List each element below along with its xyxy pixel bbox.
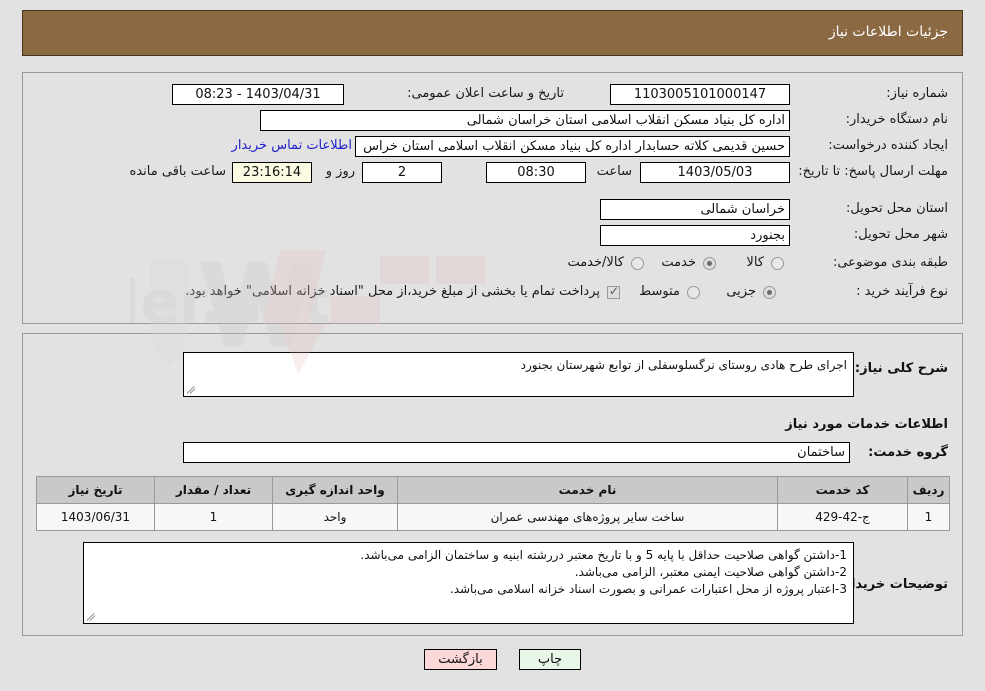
radio-process-minor-label: جزیی [726, 284, 756, 299]
general-desc-textarea[interactable]: اجرای طرح هادی روستای نرگسلوسفلی از تواب… [183, 352, 854, 397]
page-title: جزئیات اطلاعات نیاز [828, 24, 948, 40]
remaining-countdown-timer: 23:16:14 [232, 162, 312, 183]
deadline-label: مهلت ارسال پاسخ: تا تاریخ: [798, 164, 948, 179]
deadline-date-value: 1403/05/03 [640, 162, 790, 183]
radio-category-goods-label: کالا [746, 255, 764, 270]
table-cell-3: واحد [272, 503, 398, 531]
deadline-time-label: ساعت [596, 164, 632, 179]
category-label: طبقه بندی موضوعی: [832, 255, 948, 270]
radio-process-medium[interactable] [687, 286, 700, 299]
buyer-notes-lines: 1-داشتن گواهی صلاحیت حداقل با پایه 5 و ب… [90, 547, 847, 598]
process-label: نوع فرآیند خرید : [856, 284, 948, 299]
buyer-note-line: 3-اعتبار پروژه از محل اعتبارات عمرانی و … [449, 582, 847, 596]
table-cell-0: 1 [907, 503, 950, 531]
remaining-suffix-label: ساعت باقی مانده [129, 164, 226, 179]
table-cell-1: ج-42-429 [777, 503, 908, 531]
table-column-header-3: واحد اندازه گیری [272, 476, 398, 504]
buyer-org-value: اداره کل بنیاد مسکن انقلاب اسلامی استان … [260, 110, 790, 131]
page-header-bar: جزئیات اطلاعات نیاز [22, 10, 963, 56]
radio-category-goods-service-label: کالا/خدمت [567, 255, 624, 270]
table-column-header-2: نام خدمت [397, 476, 778, 504]
buyer-notes-label: توضیحات خریدار: [838, 577, 948, 592]
table-column-header-1: کد خدمت [777, 476, 908, 504]
table-column-header-5: تاریخ نیاز [36, 476, 155, 504]
province-value: خراسان شمالی [600, 199, 790, 220]
table-column-header-0: ردیف [907, 476, 950, 504]
table-body: 1 ج-42-429 ساخت سایر پروژه‌های مهندسی عمرا… [36, 503, 950, 531]
buyer-notes-textarea[interactable]: 1-داشتن گواهی صلاحیت حداقل با پایه 5 و ب… [83, 542, 854, 624]
print-button[interactable]: چاپ [519, 649, 581, 670]
announce-datetime-value: 1403/04/31 - 08:23 [172, 84, 344, 105]
table-cell-5: 1403/06/31 [36, 503, 155, 531]
table-cell-2: ساخت سایر پروژه‌های مهندسی عمران [397, 503, 778, 531]
buyer-note-line: 2-داشتن گواهی صلاحیت ایمنی معتبر، الزامی… [574, 565, 847, 579]
deadline-time-value: 08:30 [486, 162, 586, 183]
table-row: 1 ج-42-429 ساخت سایر پروژه‌های مهندسی عمرا… [36, 503, 950, 531]
service-group-value: ساختمان [183, 442, 850, 463]
radio-category-service-label: خدمت [661, 255, 696, 270]
service-group-label: گروه خدمت: [868, 445, 948, 460]
province-label: استان محل تحویل: [846, 201, 948, 216]
services-table: ردیف کد خدمت نام خدمت واحد اندازه گیری تعداد… [36, 476, 950, 531]
need-details-panel: شرح کلی نیاز: اجرای طرح هادی روستای نرگس… [22, 333, 963, 636]
general-desc-label: شرح کلی نیاز: [854, 361, 948, 376]
city-label: شهر محل تحویل: [853, 227, 948, 242]
city-value: بجنورد [600, 225, 790, 246]
general-desc-value: اجرای طرح هادی روستای نرگسلوسفلی از تواب… [520, 358, 847, 372]
radio-process-minor[interactable] [763, 286, 776, 299]
table-column-header-4: تعداد / مقدار [154, 476, 273, 504]
radio-category-goods-service[interactable] [631, 257, 644, 270]
radio-category-goods[interactable] [771, 257, 784, 270]
remaining-days-value: 2 [362, 162, 442, 183]
announce-datetime-label: تاریخ و ساعت اعلان عمومی: [407, 86, 564, 101]
radio-process-medium-label: متوسط [639, 284, 680, 299]
services-section-title: اطلاعات خدمات مورد نیاز [785, 417, 948, 432]
radio-category-service[interactable] [703, 257, 716, 270]
need-number-label: شماره نیاز: [886, 86, 948, 101]
requester-label: ایجاد کننده درخواست: [828, 138, 948, 153]
table-header-row: ردیف کد خدمت نام خدمت واحد اندازه گیری تعداد… [36, 476, 950, 504]
need-number-value: 1103005101000147 [610, 84, 790, 105]
islamic-treasury-text: پرداخت تمام یا بخشی از مبلغ خرید،از محل … [185, 284, 600, 299]
back-button[interactable]: بازگشت [424, 649, 497, 670]
requester-value: حسین قدیمی کلاته حسابدار اداره کل بنیاد … [355, 136, 790, 157]
table-cell-4: 1 [154, 503, 273, 531]
resize-handle-icon-notes[interactable] [86, 610, 98, 622]
need-summary-panel: شماره نیاز: 1103005101000147 تاریخ و ساع… [22, 72, 963, 324]
buyer-note-line: 1-داشتن گواهی صلاحیت حداقل با پایه 5 و ب… [360, 548, 847, 562]
checkbox-islamic-treasury[interactable] [607, 284, 620, 299]
remaining-days-label: روز و [325, 164, 355, 179]
buyer-org-label: نام دستگاه خریدار: [845, 112, 948, 127]
buyer-contact-link[interactable]: اطلاعات تماس خریدار [232, 138, 352, 153]
resize-handle-icon[interactable] [186, 383, 198, 395]
